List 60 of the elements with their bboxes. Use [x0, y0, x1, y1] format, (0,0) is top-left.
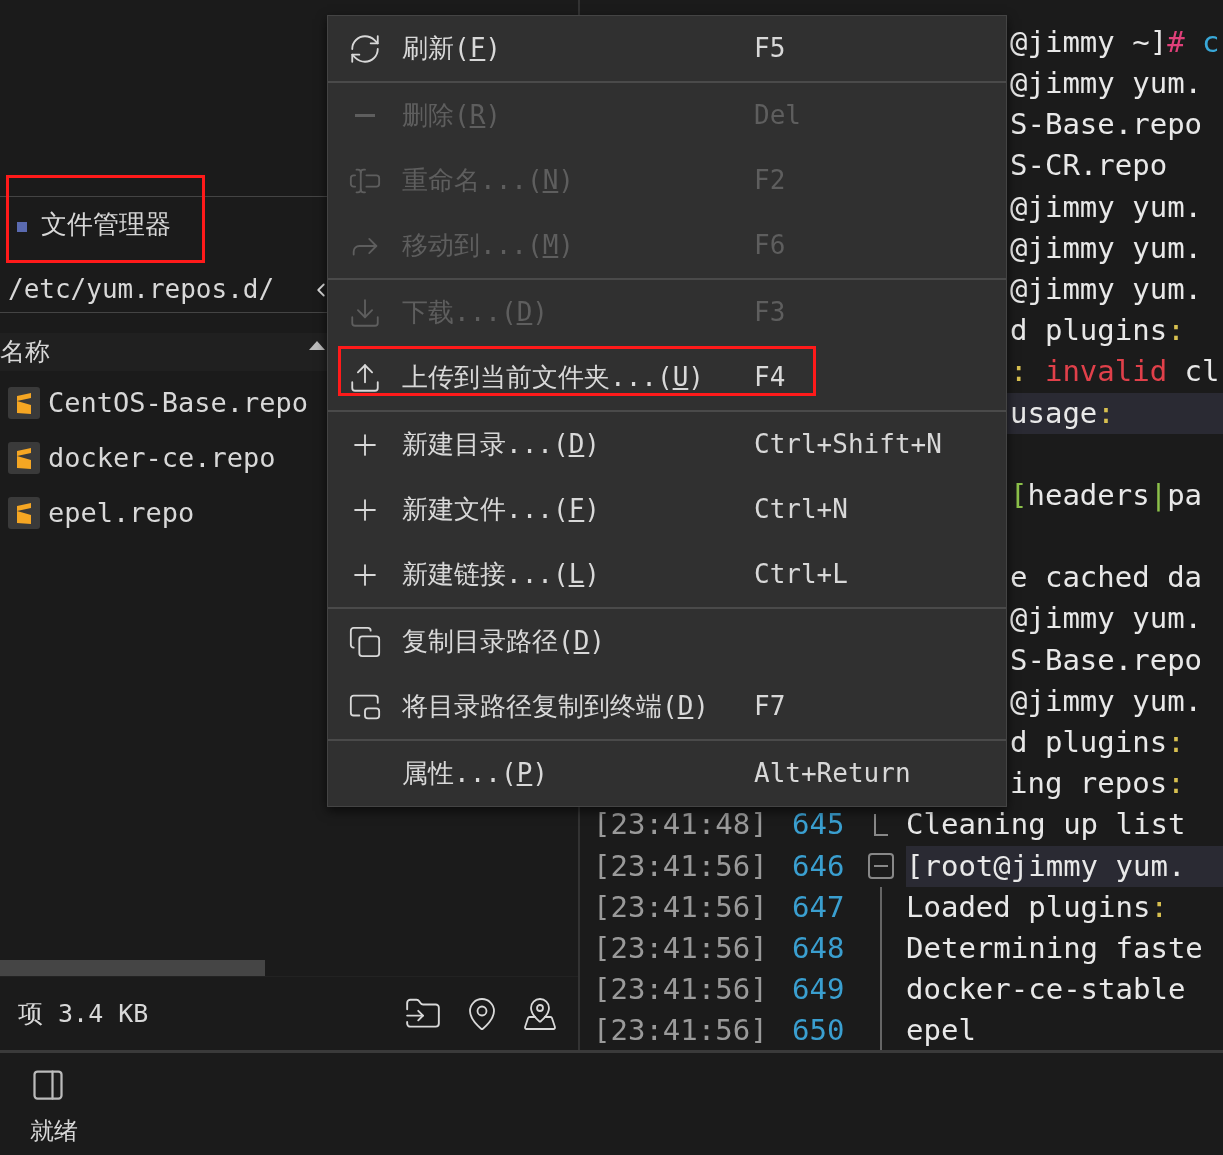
scrollbar-thumb[interactable]	[0, 960, 265, 976]
line-number: 650	[792, 1012, 846, 1050]
menu-item[interactable]: 新建链接...(L) Ctrl+L	[328, 542, 1006, 607]
file-type-icon	[8, 387, 40, 419]
file-type-icon	[8, 497, 40, 529]
status-text: 就绪	[30, 1116, 79, 1147]
terminal-line-text: S-Base.repo	[1010, 641, 1203, 679]
terminal-line-text: Cleaning up list	[906, 806, 1186, 844]
terminal-line-text: @jimmy ~]# c	[1010, 23, 1220, 61]
menu-item[interactable]: 上传到当前文件夹...(U) F4	[328, 345, 1006, 410]
terminal-line-text: Determining faste	[906, 929, 1203, 967]
minus-icon	[355, 114, 375, 117]
line-number: 645	[792, 806, 846, 844]
terminal-line-text: @jimmy yum.	[1010, 188, 1203, 226]
timestamp: [23:41:56]	[592, 888, 769, 926]
panel-icon[interactable]	[30, 1067, 66, 1103]
menu-item[interactable]: 将目录路径复制到终端(D) F7	[328, 674, 1006, 739]
menu-item[interactable]: 刷新(F) F5	[328, 16, 1006, 81]
map-pin-icon[interactable]	[522, 995, 558, 1032]
terminal-line-text: : invalid cl	[1010, 353, 1220, 391]
menu-item[interactable]: 复制目录路径(D)	[328, 609, 1006, 674]
copy-icon	[348, 624, 382, 659]
terminal-line-text: d plugins:	[1010, 312, 1185, 350]
terminal-line-text: docker-ce-stable	[906, 971, 1186, 1009]
terminal-line-text: @jimmy yum.	[1010, 600, 1203, 638]
timestamp: [23:41:56]	[592, 929, 769, 967]
terminal-line-text: usage:	[1010, 394, 1115, 432]
terminal-line-text: S-Base.repo	[1010, 106, 1203, 144]
line-number: 649	[792, 971, 846, 1009]
path-text: /etc/yum.repos.d/	[8, 273, 275, 306]
status-text: 项 3.4 KB	[18, 997, 150, 1030]
terminal-line-text: d plugins:	[1010, 724, 1185, 762]
file-manager-tab[interactable]: 文件管理器	[6, 175, 205, 263]
timestamp: [23:41:56]	[592, 1012, 769, 1050]
tab-indicator-icon	[17, 222, 27, 232]
terminal-line-text: ing repos:	[1010, 765, 1185, 803]
line-number: 647	[792, 888, 846, 926]
fold-end-icon	[874, 814, 888, 837]
line-number: 646	[792, 847, 846, 885]
menu-item[interactable]: 新建文件...(F) Ctrl+N	[328, 477, 1006, 542]
terminal-line-text: epel	[906, 1012, 976, 1050]
terminal-line-text: @jimmy yum.	[1010, 229, 1203, 267]
file-type-icon	[8, 442, 40, 474]
terminal-line-text: Loaded plugins:	[906, 888, 1168, 926]
terminal-line-text: [root@jimmy yum.	[906, 847, 1186, 885]
terminal-line-text: @jimmy yum.	[1010, 270, 1203, 308]
terminal-line-text: @jimmy yum.	[1010, 682, 1203, 720]
terminal-line-text: S-CR.repo	[1010, 147, 1168, 185]
line-number: 648	[792, 929, 846, 967]
sort-arrow-icon	[309, 341, 325, 350]
timestamp: [23:41:56]	[592, 847, 769, 885]
terminal-line-text: @jimmy yum.	[1010, 65, 1203, 103]
menu-item[interactable]: 新建目录...(D) Ctrl+Shift+N	[328, 412, 1006, 477]
column-header[interactable]: 名称	[0, 333, 327, 371]
timestamp: [23:41:56]	[592, 971, 769, 1009]
terminal-line-text: e cached da	[1010, 559, 1203, 597]
terminal-line-text: [headers|pa	[1010, 476, 1203, 514]
collapse-icon[interactable]	[868, 853, 894, 880]
menu-item[interactable]: 属性...(P) Alt+Return	[328, 741, 1006, 806]
timestamp: [23:41:48]	[592, 806, 769, 844]
